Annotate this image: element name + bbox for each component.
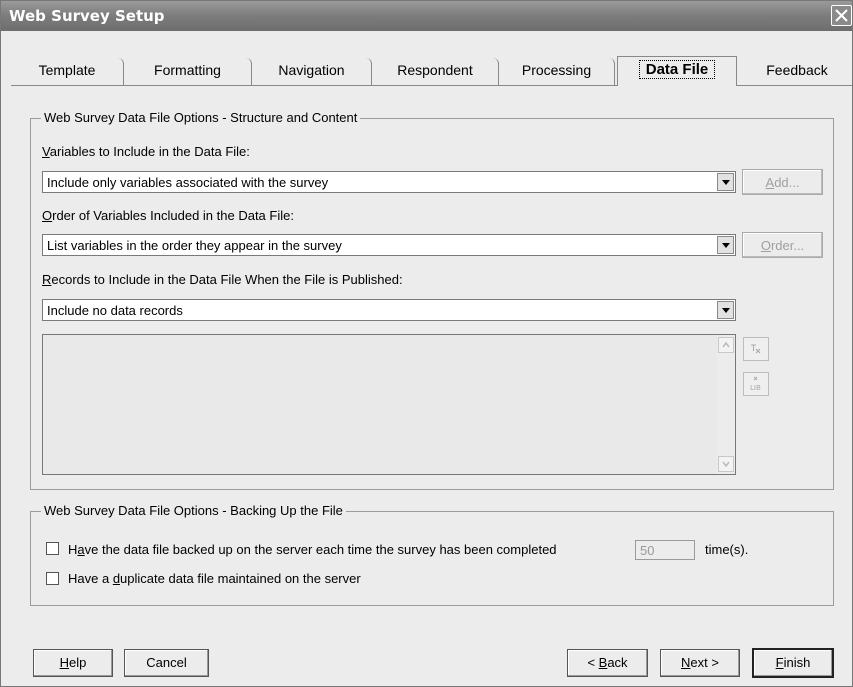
records-list-scrollbar[interactable] xyxy=(717,335,735,474)
chevron-down-icon xyxy=(722,461,730,468)
finish-button[interactable]: Finish xyxy=(752,648,834,678)
tab-label: Navigation xyxy=(278,62,345,78)
chevron-down-icon[interactable] xyxy=(717,301,734,319)
backup-count-input[interactable]: 50 xyxy=(635,540,695,560)
variables-label: Variables to Include in the Data File: xyxy=(42,144,250,159)
chevron-down-icon[interactable] xyxy=(717,236,734,254)
backup-group: Web Survey Data File Options - Backing U… xyxy=(30,503,834,606)
duplicate-checkbox[interactable] xyxy=(46,572,59,585)
tab-respondent[interactable]: Respondent xyxy=(372,58,499,86)
back-button[interactable]: < Back xyxy=(567,649,648,677)
cancel-button[interactable]: Cancel xyxy=(124,649,209,677)
order-button[interactable]: Order... xyxy=(742,232,823,258)
tab-feedback[interactable]: Feedback xyxy=(743,58,851,86)
order-label: Order of Variables Included in the Data … xyxy=(42,208,294,223)
close-icon xyxy=(835,9,848,22)
clear-filter-icon xyxy=(751,344,761,354)
chevron-up-icon xyxy=(722,341,730,348)
variables-selected: Include only variables associated with t… xyxy=(47,175,329,190)
record-library-button[interactable]: LIB xyxy=(743,372,769,396)
tab-template[interactable]: Template xyxy=(11,58,124,86)
order-dropdown[interactable]: List variables in the order they appear … xyxy=(42,234,736,256)
tab-label: Data File xyxy=(638,60,716,79)
web-survey-setup-dialog: Web Survey Setup Template Formatting Nav… xyxy=(0,0,853,687)
library-icon: LIB xyxy=(750,376,761,392)
chevron-down-icon[interactable] xyxy=(717,173,734,191)
scroll-down-button[interactable] xyxy=(718,456,734,472)
backup-checkbox-label: Have the data file backed up on the serv… xyxy=(68,542,557,557)
backup-checkbox[interactable] xyxy=(46,542,59,555)
tab-navigation[interactable]: Navigation xyxy=(252,58,372,86)
records-list[interactable] xyxy=(42,334,736,475)
title-bar[interactable]: Web Survey Setup xyxy=(1,1,852,31)
duplicate-checkbox-label: Have a duplicate data file maintained on… xyxy=(68,571,361,586)
next-button[interactable]: Next > xyxy=(660,649,740,677)
tab-label: Respondent xyxy=(397,62,473,78)
help-button[interactable]: Help xyxy=(33,649,113,677)
tab-label: Template xyxy=(38,62,96,78)
tab-formatting[interactable]: Formatting xyxy=(124,58,252,86)
close-button[interactable] xyxy=(831,5,852,26)
tab-label: Formatting xyxy=(154,62,221,78)
tab-data-file[interactable]: Data File xyxy=(617,56,737,86)
group-title: Web Survey Data File Options - Structure… xyxy=(41,110,361,125)
add-button[interactable]: Add... xyxy=(742,169,823,195)
tab-label: Processing xyxy=(521,62,592,78)
svg-text:LIB: LIB xyxy=(750,384,761,392)
records-selected: Include no data records xyxy=(47,303,183,318)
clear-records-button[interactable] xyxy=(743,337,769,361)
scroll-up-button[interactable] xyxy=(718,337,734,353)
backup-count-suffix: time(s). xyxy=(705,542,749,557)
order-selected: List variables in the order they appear … xyxy=(47,238,342,253)
group-title: Web Survey Data File Options - Backing U… xyxy=(41,503,346,518)
window-title: Web Survey Setup xyxy=(9,7,165,25)
tab-label: Feedback xyxy=(766,62,828,78)
variables-dropdown[interactable]: Include only variables associated with t… xyxy=(42,171,736,193)
records-dropdown[interactable]: Include no data records xyxy=(42,299,736,321)
records-label: Records to Include in the Data File When… xyxy=(42,272,403,287)
tab-processing[interactable]: Processing xyxy=(499,58,615,86)
